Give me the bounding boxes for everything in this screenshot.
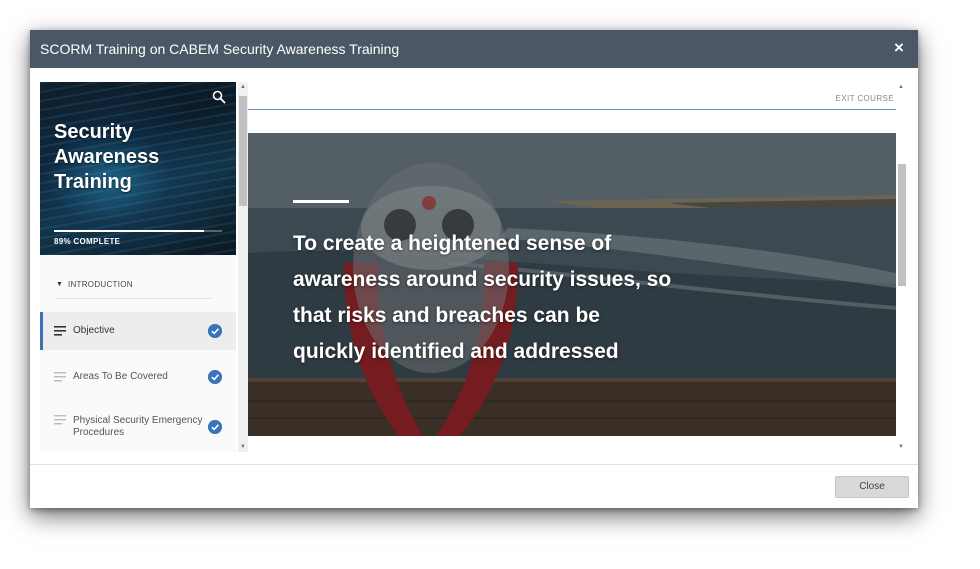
course-progress-bar	[54, 230, 222, 232]
lesson-physical-security-emergency-procedures[interactable]: Physical Security Emergency Procedures	[40, 406, 236, 448]
lesson-label: Physical Security Emergency Procedures	[73, 415, 203, 438]
lesson-objective[interactable]: Objective	[40, 312, 236, 350]
close-button[interactable]: Close	[835, 476, 909, 498]
hero-accent-line	[293, 200, 349, 203]
footer-divider	[30, 464, 918, 465]
hero-headline: To create a heightened sense of awarenes…	[293, 232, 672, 363]
content-scrollbar[interactable]: ▲ ▼	[896, 82, 908, 452]
content-scroll-thumb[interactable]	[898, 164, 906, 286]
sidebar-scroll-thumb[interactable]	[239, 96, 247, 206]
hero-banner: To create a heightened sense of awarenes…	[248, 133, 896, 436]
lesson-label: Areas To Be Covered	[73, 371, 168, 382]
lesson-label: Objective	[73, 325, 115, 336]
modal-header: SCORM Training on CABEM Security Awarene…	[30, 30, 918, 68]
check-circle-icon	[208, 324, 222, 338]
lesson-areas-to-be-covered[interactable]: Areas To Be Covered	[40, 358, 236, 396]
sidebar-scrollbar[interactable]: ▲ ▼	[238, 82, 248, 452]
section-label: INTRODUCTION	[67, 279, 133, 289]
course-progress-label: 89% COMPLETE	[54, 237, 121, 246]
content-top-rule	[248, 109, 896, 110]
section-introduction[interactable]: ▼ INTRODUCTION	[40, 270, 236, 298]
check-circle-icon	[208, 420, 222, 434]
modal-close-icon[interactable]: ×	[890, 39, 908, 57]
exit-course-link[interactable]: EXIT COURSE	[836, 94, 895, 103]
search-icon[interactable]	[212, 90, 226, 104]
caret-down-icon: ▼	[56, 280, 63, 288]
check-circle-icon	[208, 370, 222, 384]
course-card: Security Awareness Training 89% COMPLETE	[40, 82, 236, 255]
scroll-up-arrow-icon[interactable]: ▲	[896, 82, 906, 92]
course-sidebar: Security Awareness Training 89% COMPLETE…	[40, 82, 236, 452]
lesson-text-icon	[54, 326, 66, 336]
scroll-up-arrow-icon[interactable]: ▲	[238, 82, 248, 92]
modal-title: SCORM Training on CABEM Security Awarene…	[40, 41, 400, 57]
lesson-text-icon	[54, 372, 66, 382]
scroll-down-arrow-icon[interactable]: ▼	[238, 442, 248, 452]
section-divider	[56, 298, 212, 299]
training-modal: SCORM Training on CABEM Security Awarene…	[30, 30, 918, 508]
lesson-content: EXIT COURSE To create a heightened sense…	[248, 82, 896, 452]
lesson-text-icon	[54, 415, 66, 425]
course-progress-fill	[54, 230, 204, 232]
scroll-down-arrow-icon[interactable]: ▼	[896, 442, 906, 452]
course-title: Security Awareness Training	[54, 121, 160, 193]
